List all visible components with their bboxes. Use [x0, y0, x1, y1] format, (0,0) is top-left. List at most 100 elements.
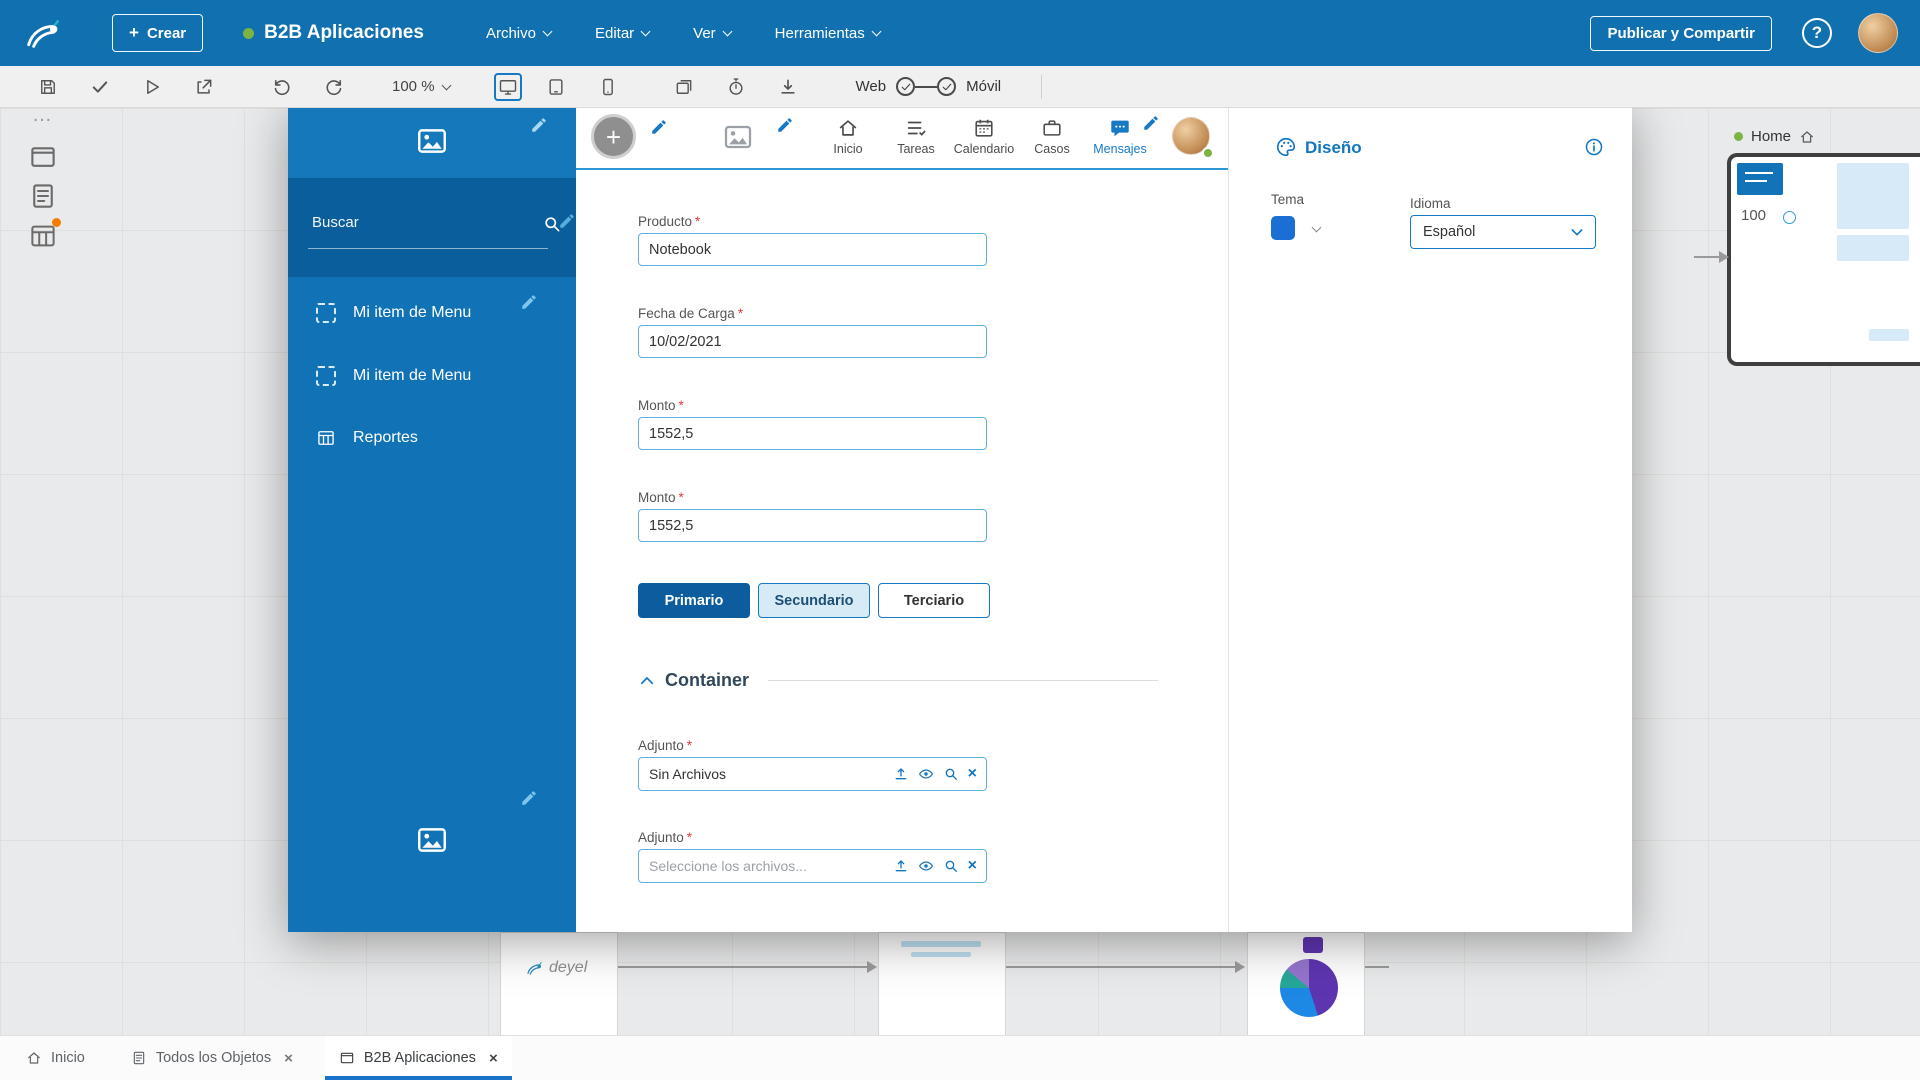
terciario-button[interactable]: Terciario — [878, 583, 990, 618]
save-icon[interactable] — [38, 77, 58, 97]
upload-icon[interactable] — [893, 858, 909, 874]
edit-pencil-icon[interactable] — [530, 116, 548, 134]
edit-pencil-icon[interactable] — [558, 212, 576, 230]
close-tab-icon[interactable]: × — [489, 1050, 498, 1067]
theme-label: Tema — [1271, 192, 1305, 207]
fecha-de-carga-input[interactable] — [638, 325, 987, 358]
clear-icon[interactable]: × — [968, 766, 977, 782]
desktop-view-icon[interactable] — [493, 72, 522, 101]
list-widget-icon[interactable] — [28, 218, 61, 251]
theme-color-swatch[interactable] — [1271, 216, 1295, 240]
zoom-value: 100 % — [392, 78, 435, 95]
edit-pencil-icon[interactable] — [776, 116, 794, 134]
redo-icon[interactable] — [324, 77, 344, 97]
mockup-panel — [1869, 329, 1909, 341]
menu-ver[interactable]: Ver — [693, 25, 733, 42]
zoom-control[interactable]: 100 % — [392, 78, 451, 95]
timer-icon[interactable] — [726, 77, 746, 97]
sidebar-item-mi-item-de-menu[interactable]: Mi item de Menu — [288, 354, 576, 398]
validate-icon[interactable] — [90, 77, 110, 97]
create-button[interactable]: + Crear — [112, 14, 204, 52]
preview-icon[interactable] — [142, 77, 162, 97]
info-icon[interactable] — [1584, 137, 1604, 157]
close-tab-icon[interactable]: × — [284, 1050, 293, 1067]
dashed-square-icon — [316, 366, 336, 386]
form-header: + Inicio Tareas Calendario Casos Mensaje… — [576, 104, 1228, 170]
tab-b2b-aplicaciones[interactable]: B2B Aplicaciones × — [324, 1036, 512, 1080]
nav-item-inicio[interactable]: Inicio — [814, 104, 882, 168]
adjunto-file-input-2[interactable]: Seleccione los archivos... × — [638, 849, 987, 883]
home-artboard-label[interactable]: Home — [1734, 128, 1815, 145]
nav-item-casos[interactable]: Casos — [1018, 104, 1086, 168]
panel-widget-icon[interactable] — [28, 142, 58, 172]
menu-herramientas[interactable]: Herramientas — [775, 25, 882, 42]
language-select[interactable]: Español — [1410, 215, 1596, 249]
sidebar-logo-zone[interactable] — [288, 104, 576, 178]
tab-inicio[interactable]: Inicio — [12, 1036, 99, 1080]
menu-bar: Archivo Editar Ver Herramientas — [486, 25, 924, 42]
search-icon[interactable] — [943, 858, 959, 874]
artboard-frame[interactable]: deyel — [500, 932, 618, 1035]
artboard-frame[interactable] — [878, 932, 1006, 1035]
form-widget-icon[interactable] — [28, 181, 58, 211]
edit-pencil-icon[interactable] — [650, 118, 668, 136]
sidebar-search-zone[interactable]: Buscar — [288, 178, 576, 277]
upload-icon[interactable] — [893, 766, 909, 782]
web-check-icon[interactable] — [896, 77, 916, 96]
monto-input-2[interactable] — [638, 509, 987, 542]
image-placeholder-icon[interactable] — [722, 121, 754, 153]
search-icon[interactable] — [943, 766, 959, 782]
nav-label: Tareas — [897, 141, 935, 156]
tablet-view-icon[interactable] — [546, 77, 566, 97]
edit-pencil-icon[interactable] — [1142, 114, 1160, 132]
home-artboard-frame[interactable]: 100 — [1727, 153, 1920, 366]
producto-input[interactable] — [638, 233, 987, 266]
edit-pencil-icon[interactable] — [520, 293, 538, 311]
mockup-info-icon — [1783, 211, 1796, 224]
form-body: Producto* Fecha de Carga* Monto* Monto* … — [576, 172, 1228, 932]
objects-icon[interactable] — [674, 77, 694, 97]
primario-button[interactable]: Primario — [638, 583, 750, 618]
chevron-down-icon — [1569, 224, 1585, 240]
menu-archivo[interactable]: Archivo — [486, 25, 553, 42]
container-section-header[interactable]: Container — [638, 670, 1158, 691]
adjunto-file-input[interactable]: Sin Archivos × — [638, 757, 987, 791]
download-icon[interactable] — [778, 77, 798, 97]
publish-share-button[interactable]: Publicar y Compartir — [1590, 15, 1772, 51]
deyel-logo-icon[interactable] — [22, 13, 62, 53]
export-icon[interactable] — [194, 77, 214, 97]
user-avatar[interactable] — [1858, 13, 1898, 53]
help-icon[interactable]: ? — [1802, 18, 1832, 48]
eye-icon[interactable] — [918, 766, 934, 782]
edit-pencil-icon[interactable] — [520, 789, 538, 807]
field-label-fecha-de-carga: Fecha de Carga * — [638, 306, 744, 321]
image-placeholder-icon[interactable] — [415, 124, 449, 158]
sidebar-item-reportes[interactable]: Reportes — [288, 416, 576, 460]
chat-icon — [1109, 117, 1131, 139]
mobile-check-icon[interactable] — [937, 77, 957, 96]
mockup-panel — [1837, 235, 1909, 261]
report-icon — [316, 428, 336, 448]
mobile-label: Móvil — [966, 78, 1002, 95]
create-button-label: Crear — [146, 24, 187, 42]
tab-todos-los-objetos[interactable]: Todos los Objetos × — [117, 1036, 307, 1080]
undo-icon[interactable] — [272, 77, 292, 97]
file-placeholder: Seleccione los archivos... — [649, 858, 807, 874]
nav-item-calendario[interactable]: Calendario — [950, 104, 1018, 168]
clear-icon[interactable]: × — [968, 858, 977, 874]
home-icon — [837, 117, 859, 139]
chevron-down-icon — [640, 26, 651, 37]
nav-item-tareas[interactable]: Tareas — [882, 104, 950, 168]
add-button[interactable]: + — [591, 114, 636, 159]
secundario-button[interactable]: Secundario — [758, 583, 870, 618]
menu-editar[interactable]: Editar — [595, 25, 651, 42]
chevron-up-icon[interactable] — [638, 672, 656, 690]
search-input[interactable]: Buscar — [312, 214, 359, 231]
monto-input[interactable] — [638, 417, 987, 450]
image-placeholder-icon[interactable] — [415, 823, 449, 857]
chevron-down-icon[interactable] — [1311, 222, 1322, 233]
eye-icon[interactable] — [918, 858, 934, 874]
mobile-view-icon[interactable] — [598, 77, 618, 97]
mockup-panel — [1837, 163, 1909, 229]
artboard-frame[interactable] — [1247, 932, 1365, 1035]
